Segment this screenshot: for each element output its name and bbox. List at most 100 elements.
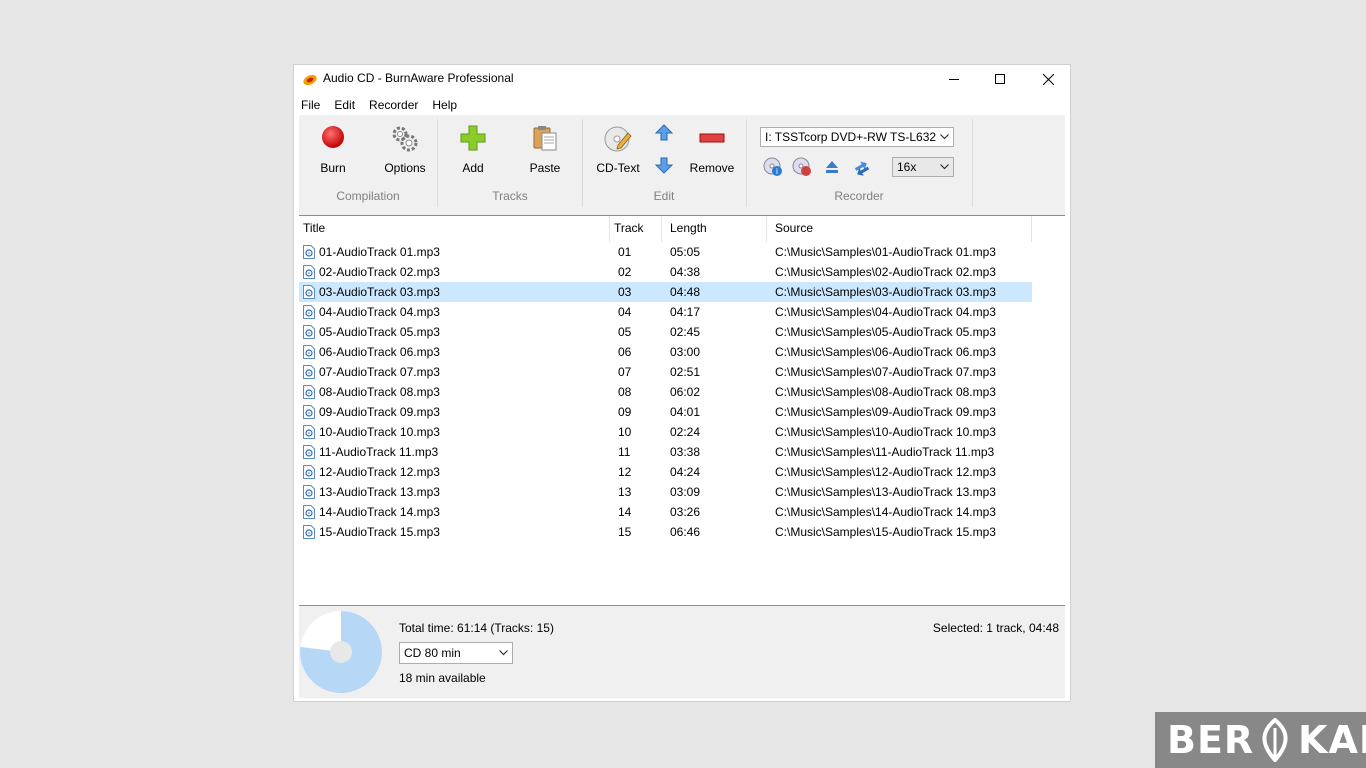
- audio-file-icon: [303, 385, 315, 399]
- disc-type-value: CD 80 min: [404, 646, 461, 660]
- cell-source: C:\Music\Samples\10-AudioTrack 10.mp3: [775, 425, 996, 439]
- cell-length: 04:38: [670, 265, 701, 279]
- disc-type-select[interactable]: CD 80 min: [399, 642, 513, 664]
- eject-button[interactable]: [822, 157, 842, 177]
- arrow-down-icon: [654, 157, 674, 174]
- refresh-icon: [854, 161, 870, 176]
- audio-file-icon: [303, 285, 315, 299]
- speed-select[interactable]: 16x: [892, 157, 954, 177]
- table-row[interactable]: 01-AudioTrack 01.mp3 01 05:05 C:\Music\Samp…: [299, 242, 1032, 262]
- menu-help[interactable]: Help: [425, 94, 464, 116]
- minimize-icon: [949, 79, 959, 80]
- cell-source: C:\Music\Samples\13-AudioTrack 13.mp3: [775, 485, 996, 499]
- window-title: Audio CD - BurnAware Professional: [323, 71, 514, 85]
- remove-button[interactable]: Remove: [682, 119, 742, 181]
- drive-select[interactable]: I: TSSTcorp DVD+-RW TS-L632: [760, 127, 954, 147]
- maximize-button[interactable]: [976, 65, 1024, 93]
- group-edit: CD-Text Remove Edit: [584, 115, 744, 211]
- cell-length: 06:02: [670, 385, 701, 399]
- clipboard-icon: [533, 126, 557, 151]
- cell-title: 07-AudioTrack 07.mp3: [319, 365, 440, 379]
- cell-source: C:\Music\Samples\07-AudioTrack 07.mp3: [775, 365, 996, 379]
- table-row[interactable]: 14-AudioTrack 14.mp3 14 03:26 C:\Music\Samp…: [299, 502, 1032, 522]
- cell-length: 02:51: [670, 365, 701, 379]
- add-label: Add: [462, 161, 484, 175]
- cell-source: C:\Music\Samples\08-AudioTrack 08.mp3: [775, 385, 996, 399]
- title-bar[interactable]: Audio CD - BurnAware Professional: [294, 65, 1070, 93]
- close-icon: [1042, 73, 1054, 85]
- table-row[interactable]: 07-AudioTrack 07.mp3 07 02:51 C:\Music\Samp…: [299, 362, 1032, 382]
- close-button[interactable]: [1024, 65, 1072, 93]
- app-window: Audio CD - BurnAware Professional File E…: [294, 65, 1070, 701]
- menu-recorder[interactable]: Recorder: [362, 94, 425, 116]
- cell-track: 11: [618, 445, 631, 459]
- cell-length: 04:48: [670, 285, 701, 299]
- audio-file-icon: [303, 265, 315, 279]
- table-row[interactable]: 04-AudioTrack 04.mp3 04 04:17 C:\Music\Samp…: [299, 302, 1032, 322]
- cell-track: 09: [618, 405, 632, 419]
- menu-edit[interactable]: Edit: [327, 94, 362, 116]
- burn-label: Burn: [320, 161, 346, 175]
- erase-disc-button[interactable]: [792, 157, 812, 177]
- track-list[interactable]: Title Track Length Source 01-AudioTrack …: [299, 215, 1065, 606]
- audio-file-icon: [303, 345, 315, 359]
- cell-title: 14-AudioTrack 14.mp3: [319, 505, 440, 519]
- table-row[interactable]: 12-AudioTrack 12.mp3 12 04:24 C:\Music\Samp…: [299, 462, 1032, 482]
- ribbon-separator: [972, 119, 973, 207]
- table-row[interactable]: 08-AudioTrack 08.mp3 08 06:02 C:\Music\Samp…: [299, 382, 1032, 402]
- options-label: Options: [384, 161, 426, 175]
- cell-track: 05: [618, 325, 632, 339]
- cell-track: 02: [618, 265, 632, 279]
- cell-length: 02:45: [670, 325, 701, 339]
- cell-length: 04:01: [670, 405, 701, 419]
- cd-text-label: CD-Text: [596, 161, 640, 175]
- cell-title: 03-AudioTrack 03.mp3: [319, 285, 440, 299]
- total-time-text: Total time: 61:14 (Tracks: 15): [399, 621, 554, 635]
- refresh-button[interactable]: [851, 157, 871, 177]
- table-row[interactable]: 03-AudioTrack 03.mp3 03 04:48 C:\Music\Samp…: [299, 282, 1032, 302]
- table-row[interactable]: 11-AudioTrack 11.mp3 11 03:38 C:\Music\Samp…: [299, 442, 1032, 462]
- audio-file-icon: [303, 325, 315, 339]
- group-label-edit: Edit: [653, 189, 675, 203]
- remove-label: Remove: [689, 161, 735, 175]
- cell-source: C:\Music\Samples\15-AudioTrack 15.mp3: [775, 525, 996, 539]
- move-up-button[interactable]: [654, 123, 674, 143]
- cell-title: 05-AudioTrack 05.mp3: [319, 325, 440, 339]
- ribbon-separator: [582, 119, 583, 207]
- cell-length: 03:38: [670, 445, 701, 459]
- app-flame-icon: [303, 74, 317, 86]
- cell-track: 15: [618, 525, 632, 539]
- table-row[interactable]: 09-AudioTrack 09.mp3 09 04:01 C:\Music\Samp…: [299, 402, 1032, 422]
- move-down-button[interactable]: [654, 155, 674, 175]
- menu-bar: File Edit Recorder Help: [294, 94, 1070, 116]
- menu-file[interactable]: File: [294, 94, 327, 116]
- paste-button[interactable]: Paste: [515, 119, 575, 181]
- minimize-button[interactable]: [930, 65, 978, 93]
- cell-track: 04: [618, 305, 632, 319]
- column-header-title[interactable]: Title: [299, 216, 610, 242]
- audio-file-icon: [303, 525, 315, 539]
- add-button[interactable]: Add: [443, 119, 503, 181]
- svg-text:i: i: [776, 167, 778, 176]
- disc-info-button[interactable]: i: [763, 157, 783, 177]
- column-header-length[interactable]: Length: [662, 216, 767, 242]
- table-row[interactable]: 06-AudioTrack 06.mp3 06 03:00 C:\Music\Samp…: [299, 342, 1032, 362]
- burn-button[interactable]: Burn: [303, 119, 363, 181]
- column-header-source[interactable]: Source: [767, 216, 1032, 242]
- audio-file-icon: [303, 425, 315, 439]
- table-row[interactable]: 02-AudioTrack 02.mp3 02 04:38 C:\Music\Samp…: [299, 262, 1032, 282]
- chevron-down-icon: [940, 134, 949, 140]
- column-header-track[interactable]: Track: [610, 216, 662, 242]
- cell-track: 12: [618, 465, 632, 479]
- table-row[interactable]: 15-AudioTrack 15.mp3 15 06:46 C:\Music\Samp…: [299, 522, 1032, 542]
- burn-record-icon: [322, 126, 344, 148]
- audio-file-icon: [303, 245, 315, 259]
- options-button[interactable]: Options: [373, 119, 437, 181]
- table-row[interactable]: 13-AudioTrack 13.mp3 13 03:09 C:\Music\Samp…: [299, 482, 1032, 502]
- cd-text-button[interactable]: CD-Text: [588, 119, 648, 181]
- table-row[interactable]: 10-AudioTrack 10.mp3 10 02:24 C:\Music\Samp…: [299, 422, 1032, 442]
- group-label-recorder: Recorder: [834, 189, 884, 203]
- table-row[interactable]: 05-AudioTrack 05.mp3 05 02:45 C:\Music\Samp…: [299, 322, 1032, 342]
- cell-track: 13: [618, 485, 632, 499]
- audio-file-icon: [303, 505, 315, 519]
